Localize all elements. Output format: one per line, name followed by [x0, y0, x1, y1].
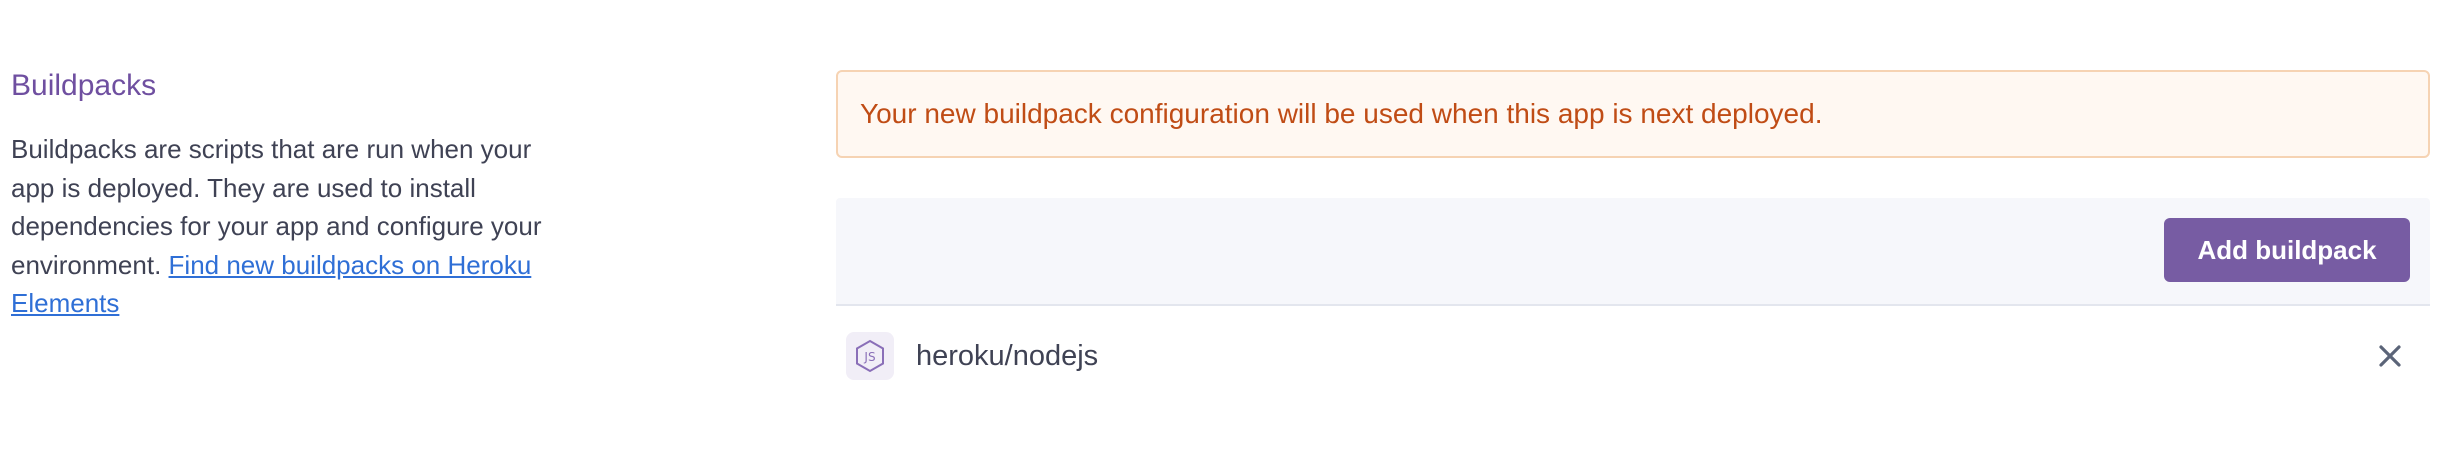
svg-text:JS: JS: [863, 350, 875, 364]
buildpacks-settings-page: Buildpacks Buildpacks are scripts that a…: [0, 0, 2450, 458]
buildpacks-toolbar: Add buildpack: [836, 198, 2430, 306]
remove-buildpack-icon[interactable]: [2372, 338, 2408, 374]
alert-message: Your new buildpack configuration will be…: [860, 98, 1823, 129]
buildpack-name: heroku/nodejs: [916, 340, 1099, 372]
section-description: Buildpacks are scripts that are run when…: [11, 130, 571, 323]
add-buildpack-button[interactable]: Add buildpack: [2164, 218, 2410, 282]
buildpacks-panel: Your new buildpack configuration will be…: [836, 70, 2430, 406]
buildpack-row: JS heroku/nodejs: [836, 306, 2430, 406]
deploy-warning-alert: Your new buildpack configuration will be…: [836, 70, 2430, 158]
nodejs-icon: JS: [846, 332, 894, 380]
section-title: Buildpacks: [11, 69, 157, 102]
buildpacks-section-info: Buildpacks Buildpacks are scripts that a…: [11, 68, 571, 323]
